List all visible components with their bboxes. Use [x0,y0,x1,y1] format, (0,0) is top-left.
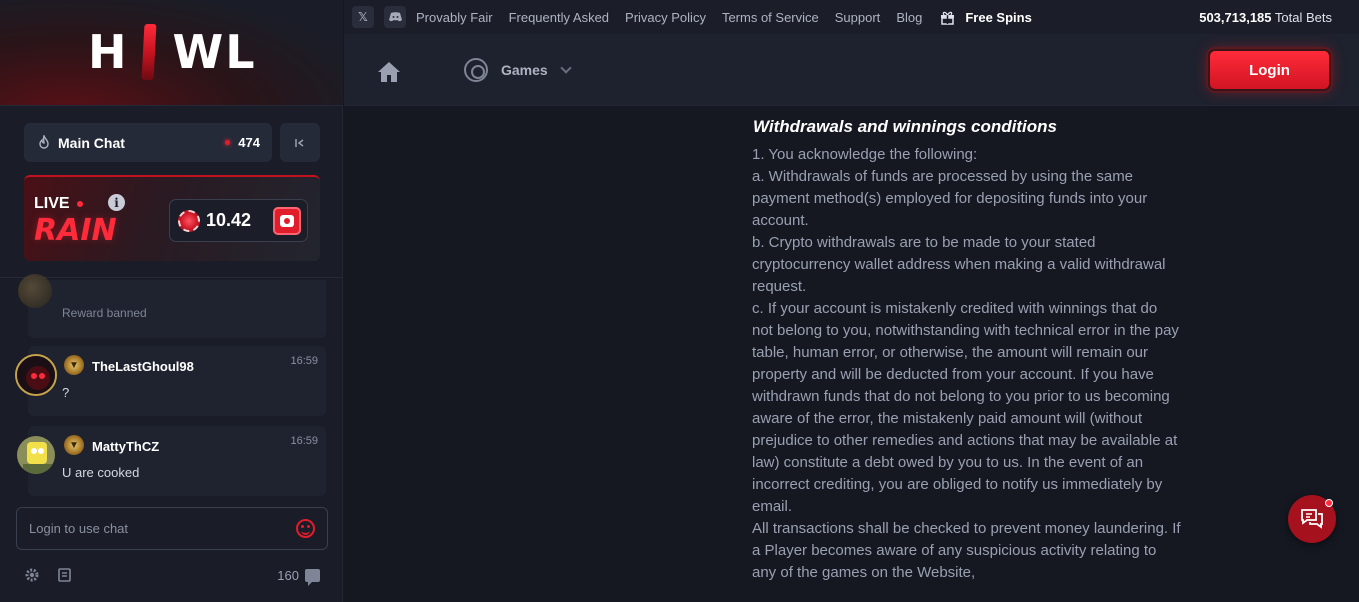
chat-timestamp: 16:59 [290,355,318,367]
info-icon[interactable]: i [108,194,125,211]
rules-icon[interactable] [57,567,73,583]
total-bets: 503,713,185 Total Bets [1199,10,1332,25]
users-online-count: 160 [277,567,299,583]
chat-room-selector[interactable]: Main Chat 474 [24,123,272,162]
rain-card: LIVE i RAIN 10.42 [24,175,320,261]
support-chat-button[interactable] [1288,495,1336,543]
logo-text-left: H [88,25,129,79]
chip-icon [178,209,200,232]
section-body: 1. You acknowledge the following: a. Wit… [752,144,1182,584]
main-header: Games Login [344,34,1359,106]
rain-live-label: LIVE [34,195,83,213]
emoji-icon[interactable] [296,519,315,538]
total-bets-label: Total Bets [1274,10,1332,25]
rain-amount-value: 10.42 [206,210,252,230]
rain-title: RAIN [34,213,117,248]
paragraph: a. Withdrawals of funds are processed by… [752,168,1148,229]
avatar[interactable] [18,274,52,308]
chat-message: ▼ TheLastGhoul98 16:59 ? [15,346,326,416]
chat-message-text: U are cooked [62,465,140,480]
chat-input[interactable] [29,521,296,536]
notification-dot-icon [1325,499,1333,507]
privacy-policy-link[interactable]: Privacy Policy [625,10,706,25]
gear-icon[interactable] [24,567,40,583]
games-dropdown[interactable]: Games [464,58,572,82]
discord-glyph [388,12,402,22]
logo-bar-icon [141,24,156,80]
chat-sidebar: H WL Main Chat 474 LIVE i RAIN 10.42 Rew… [0,0,343,602]
free-spins-label: Free Spins [965,9,1032,25]
gift-icon [941,11,955,25]
chat-bubble-icon [305,568,320,586]
top-bar: 𝕏 Provably Fair Frequently Asked Privacy… [344,0,1359,34]
chat-message-text: Reward banned [62,306,147,320]
provably-fair-link[interactable]: Provably Fair [416,10,493,25]
chat-username[interactable]: TheLastGhoul98 [92,359,194,374]
blog-link[interactable]: Blog [896,10,922,25]
home-icon[interactable] [377,61,401,83]
chat-input-box [16,507,328,550]
chat-online-count: 474 [238,135,260,150]
chat-message: Reward banned [18,274,326,338]
avatar-image [17,436,55,474]
avatar[interactable] [15,434,57,476]
chat-room-name: Main Chat [58,134,125,151]
rank-badge-icon: ▼ [64,355,84,375]
terms-of-service-link[interactable]: Terms of Service [722,10,819,25]
paragraph: b. Crypto withdrawals are to be made to … [752,234,1166,295]
chat-footer: 160 [24,565,320,586]
games-label: Games [501,62,548,78]
divider [0,277,343,278]
chevron-down-icon [560,62,572,74]
flame-icon [39,134,49,149]
discord-icon[interactable] [384,6,406,28]
logo-area: H WL [0,0,343,106]
x-twitter-icon[interactable]: 𝕏 [352,6,374,28]
faq-link[interactable]: Frequently Asked [509,10,609,25]
site-logo[interactable]: H WL [88,24,257,80]
rain-amount-box: 10.42 [169,199,308,242]
online-dot-icon [225,140,231,145]
rank-badge-icon: ▼ [64,435,84,455]
chat-message: ▼ MattyThCZ 16:59 U are cooked [17,426,326,496]
total-bets-value: 503,713,185 [1199,10,1272,25]
rain-live-text: LIVE [34,195,70,212]
avatar-image [17,356,55,394]
support-link[interactable]: Support [835,10,881,25]
chat-message-text: ? [62,385,70,400]
paragraph: c. If your account is mistakenly credite… [752,300,1179,515]
tip-rain-button[interactable] [273,206,301,235]
support-chat-icon [1301,509,1323,529]
chat-username[interactable]: MattyThCZ [92,439,159,454]
games-icon [464,58,488,82]
paragraph: 1. You acknowledge the following: [752,146,978,163]
terms-content: Withdrawals and winnings conditions 1. Y… [344,107,1359,602]
avatar[interactable] [15,354,57,396]
chat-timestamp: 16:59 [290,435,318,447]
logo-text-right: WL [172,25,257,79]
wallet-icon [280,214,294,227]
collapse-chat-button[interactable] [280,123,320,162]
collapse-left-icon [295,138,304,147]
live-dot-icon [76,201,83,207]
free-spins-link[interactable]: Free Spins [940,9,1032,25]
section-title: Withdrawals and winnings conditions [753,117,1057,136]
login-button[interactable]: Login [1208,49,1331,91]
app-root: H WL Main Chat 474 LIVE i RAIN 10.42 Rew… [0,0,1359,602]
paragraph: All transactions shall be checked to pre… [752,520,1181,581]
